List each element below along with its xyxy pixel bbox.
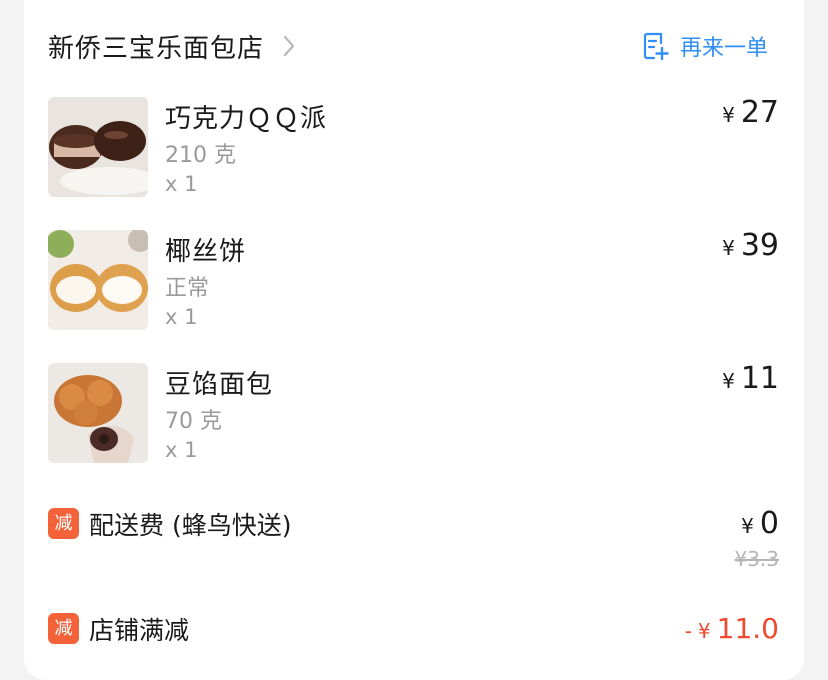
reorder-button[interactable]: 再来一单	[642, 30, 768, 62]
price-amount: 39	[740, 228, 779, 263]
delivery-fee-price: ¥ 0	[741, 506, 779, 541]
price-amount: 27	[740, 95, 779, 130]
store-discount-label: 店铺满减	[89, 616, 190, 645]
product-price: ¥ 39	[722, 228, 779, 263]
price-amount: 0	[759, 506, 779, 541]
product-quantity: x 1	[165, 438, 198, 462]
original-delivery-fee: ¥3.3	[734, 547, 779, 571]
currency-symbol: ¥	[697, 619, 711, 643]
product-name: 巧克力ＱＱ派	[165, 104, 328, 134]
discount-badge: 减	[48, 613, 79, 644]
reorder-label: 再来一单	[680, 36, 769, 61]
product-quantity: x 1	[165, 305, 198, 329]
price-amount: 11	[740, 361, 779, 396]
product-spec: 正常	[165, 276, 210, 301]
product-name: 椰丝饼	[165, 237, 247, 267]
product-name: 豆馅面包	[165, 370, 274, 400]
delivery-fee-label: 配送费 (蜂鸟快送)	[89, 511, 292, 540]
currency-symbol: ¥	[722, 369, 735, 393]
chevron-right-icon[interactable]	[282, 34, 296, 58]
product-price: ¥ 11	[722, 361, 779, 396]
watermark-text: 大众点评	[678, 588, 787, 618]
currency-symbol: ¥	[722, 236, 735, 260]
product-image-coconut-cake[interactable]	[48, 230, 148, 330]
product-quantity: x 1	[165, 172, 198, 196]
product-image-bean-bun[interactable]	[48, 363, 148, 463]
minus-sign: -	[684, 619, 692, 643]
discount-badge: 减	[48, 508, 79, 539]
dianping-logo-icon	[641, 586, 669, 615]
dianping-watermark: 大众点评	[638, 582, 786, 619]
product-image-chocolate-pie[interactable]	[48, 97, 148, 197]
currency-symbol: ¥	[741, 514, 754, 538]
product-price: ¥ 27	[722, 95, 779, 130]
product-spec: 70 克	[165, 409, 222, 434]
currency-symbol: ¥	[722, 103, 735, 127]
product-spec: 210 克	[165, 143, 236, 168]
store-name[interactable]: 新侨三宝乐面包店	[48, 28, 264, 65]
reorder-icon	[643, 32, 669, 61]
